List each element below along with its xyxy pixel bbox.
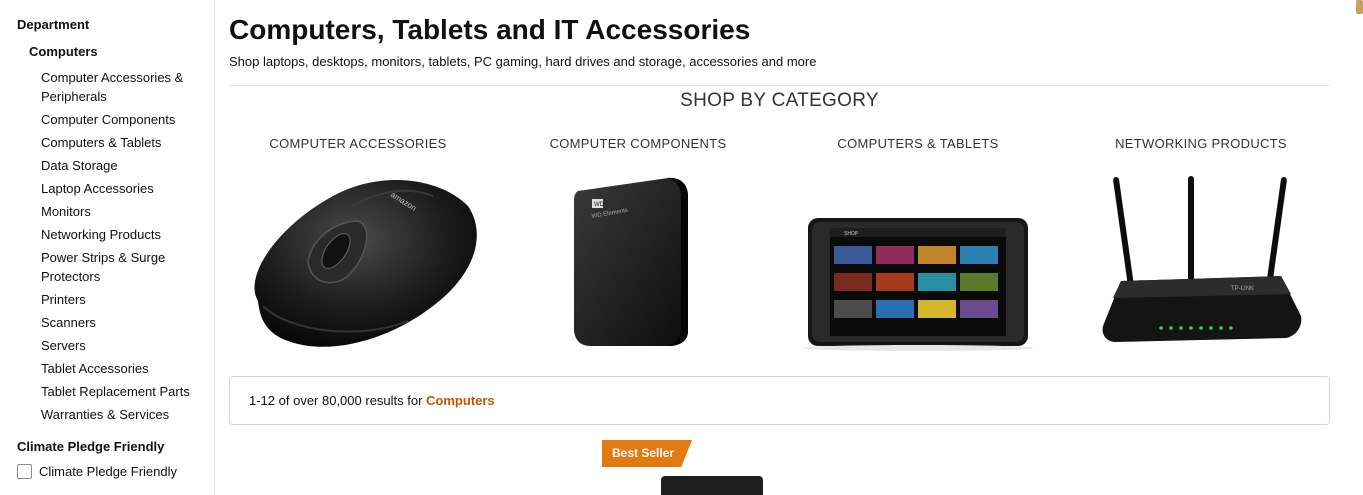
category-computer-components[interactable]: COMPUTER COMPONENTS WD WD Elements (518, 136, 758, 346)
department-item-computer-components[interactable]: Computer Components (41, 108, 206, 131)
results-count: 1-12 of over 80,000 results for Computer… (249, 393, 495, 408)
department-item-laptop-accessories[interactable]: Laptop Accessories (41, 177, 206, 200)
category-computer-accessories[interactable]: COMPUTER ACCESSORIES amazon (238, 136, 478, 347)
category-label[interactable]: COMPUTERS & TABLETS (798, 136, 1038, 151)
shop-by-category-heading: SHOP BY CATEGORY (680, 90, 879, 111)
tablet-image[interactable]: SHOP (798, 166, 1038, 351)
page-subtitle: Shop laptops, desktops, monitors, tablet… (229, 54, 817, 69)
department-item-power-strips[interactable]: Power Strips & Surge Protectors (41, 246, 206, 288)
department-item-computer-accessories[interactable]: Computer Accessories & Peripherals (41, 66, 206, 108)
current-department-link[interactable]: Computers (29, 44, 98, 59)
department-item-computers-tablets[interactable]: Computers & Tablets (41, 131, 206, 154)
department-item-networking-products[interactable]: Networking Products (41, 223, 206, 246)
category-label[interactable]: COMPUTER COMPONENTS (518, 136, 758, 151)
climate-pledge-heading: Climate Pledge Friendly (17, 439, 165, 454)
svg-text:WD: WD (594, 202, 605, 208)
results-summary-bar: 1-12 of over 80,000 results for Computer… (229, 376, 1330, 425)
results-count-text: 1-12 of over 80,000 results for (249, 393, 427, 408)
department-item-warranties-services[interactable]: Warranties & Services (41, 403, 206, 426)
climate-pledge-checkbox-label[interactable]: Climate Pledge Friendly (39, 464, 177, 479)
climate-pledge-filter[interactable]: Climate Pledge Friendly (17, 464, 177, 479)
department-heading: Department (17, 17, 90, 32)
department-item-servers[interactable]: Servers (41, 334, 206, 357)
department-item-monitors[interactable]: Monitors (41, 200, 206, 223)
category-label[interactable]: NETWORKING PRODUCTS (1081, 136, 1321, 151)
department-item-data-storage[interactable]: Data Storage (41, 154, 206, 177)
scrollbar-thumb[interactable] (1356, 0, 1363, 14)
category-label[interactable]: COMPUTER ACCESSORIES (238, 136, 478, 151)
category-networking-products[interactable]: NETWORKING PRODUCTS TP-LINK (1081, 136, 1321, 342)
page-title: Computers, Tablets and IT Accessories (229, 14, 751, 45)
department-list: Computer Accessories & Peripherals Compu… (41, 66, 206, 426)
svg-text:TP-LINK: TP-LINK (1231, 286, 1254, 292)
svg-text:SHOP: SHOP (844, 231, 859, 237)
best-seller-badge: Best Seller (602, 440, 693, 467)
results-query-link[interactable]: Computers (426, 393, 495, 408)
department-item-tablet-replacement-parts[interactable]: Tablet Replacement Parts (41, 380, 206, 403)
filter-sidebar: Department Computers Computer Accessorie… (0, 0, 215, 495)
page: Department Computers Computer Accessorie… (0, 0, 1363, 495)
department-item-scanners[interactable]: Scanners (41, 311, 206, 334)
department-item-tablet-accessories[interactable]: Tablet Accessories (41, 357, 206, 380)
divider (229, 85, 1330, 86)
department-item-printers[interactable]: Printers (41, 288, 206, 311)
climate-pledge-checkbox[interactable] (17, 464, 32, 479)
category-computers-tablets[interactable]: COMPUTERS & TABLETS SHOP (798, 136, 1038, 351)
wifi-router-image[interactable]: TP-LINK (1081, 166, 1321, 351)
external-hard-drive-image[interactable]: WD WD Elements (518, 166, 758, 351)
product-image[interactable] (661, 476, 763, 495)
mouse-image[interactable]: amazon (238, 166, 478, 351)
